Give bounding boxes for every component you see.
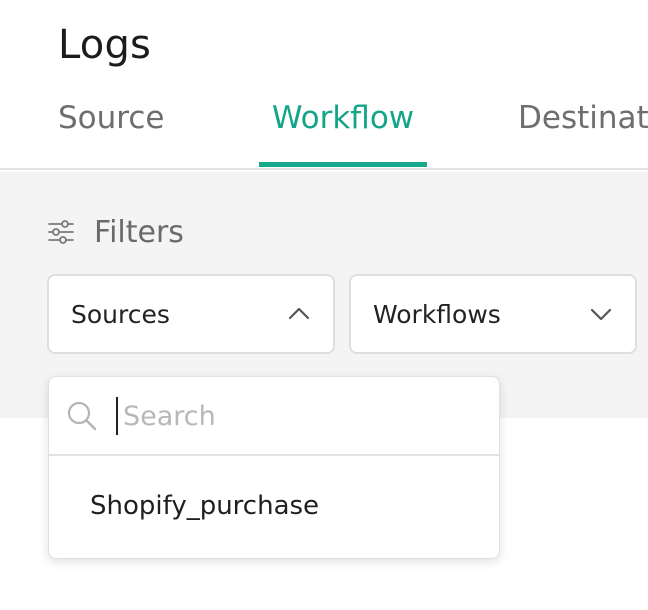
- chevron-up-icon: [288, 307, 310, 320]
- search-input[interactable]: [123, 393, 483, 439]
- sources-select-value: Sources: [71, 299, 170, 329]
- tab-source[interactable]: Source: [58, 100, 164, 168]
- dropdown-search: [49, 377, 499, 456]
- chevron-down-icon: [590, 308, 612, 321]
- text-cursor: [116, 397, 118, 435]
- workflows-select[interactable]: Workflows: [349, 274, 637, 354]
- sources-dropdown: Shopify_purchase: [48, 376, 500, 559]
- search-icon: [67, 401, 97, 431]
- tab-destination[interactable]: Destinat: [518, 100, 648, 168]
- tab-workflow[interactable]: Workflow: [259, 100, 427, 168]
- sources-select[interactable]: Sources: [47, 274, 335, 354]
- page-title: Logs: [58, 22, 152, 68]
- sliders-icon: [48, 220, 74, 244]
- workflows-select-value: Workflows: [373, 299, 501, 329]
- logs-page: Logs Source Workflow Destinat Filters So…: [0, 0, 648, 610]
- filters-header: Filters: [46, 212, 184, 252]
- tab-bar: Source Workflow Destinat: [0, 96, 648, 170]
- dropdown-option[interactable]: Shopify_purchase: [49, 461, 499, 551]
- active-tab-indicator: [259, 162, 427, 167]
- filters-label: Filters: [94, 214, 184, 250]
